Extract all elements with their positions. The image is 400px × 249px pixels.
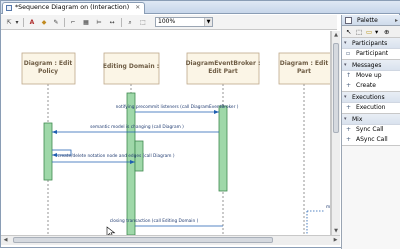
palette-icon (345, 17, 352, 24)
mouse-cursor-icon (106, 226, 116, 235)
dropdown-arrow-icon[interactable]: ▾ (375, 28, 378, 36)
execution-editing-domain (126, 92, 136, 235)
scroll-left-icon[interactable]: ◀ (1, 236, 10, 245)
participant-label-line1: Diagram : Edit (280, 60, 329, 67)
zoom-value: 100% (158, 18, 176, 25)
palette-item[interactable]: ▫ Participant (342, 49, 400, 59)
palette-item[interactable]: ↑ Move up (342, 71, 400, 81)
align-icon[interactable]: ⊨ (94, 18, 104, 27)
palette-item-label: Participant (356, 50, 389, 57)
participant-label-line1: Editing Domain : (103, 63, 159, 70)
editor-window: *Sequence Diagram on (Interaction) ✕ ⇱ ▾… (0, 0, 400, 249)
route-icon[interactable]: ⌐ (68, 18, 78, 27)
message-label: semantic model is changing (call Diagram… (90, 124, 184, 130)
scroll-right-icon[interactable]: ▶ (331, 236, 340, 245)
chevron-down-icon: ▾ (344, 62, 347, 68)
selection-tool-icon[interactable]: ⇱ (4, 18, 14, 27)
drawer-title: Messages (352, 62, 382, 69)
palette-item[interactable]: + Create (342, 81, 400, 91)
horizontal-scroll-thumb[interactable] (13, 237, 273, 243)
palette-tools: ↖ ⬚ ▭ ▾ ⊕ (342, 26, 400, 38)
line-color-icon[interactable]: ✎ (51, 18, 61, 27)
execution-event-broker (218, 105, 228, 192)
fill-color-icon[interactable]: ◆ (39, 18, 49, 27)
zoom-in-icon[interactable]: ⊕ (384, 28, 389, 36)
chevron-down-icon: ▾ (344, 40, 347, 46)
drawer-title: Participants (352, 40, 388, 47)
drawer-header[interactable]: ▾ Mix (342, 114, 400, 125)
participant-label-line2: Policy (38, 68, 58, 75)
message-label: notifying precommit listeners (call Diag… (116, 104, 239, 110)
create-icon: + (346, 82, 352, 89)
arrow-head-icon (52, 153, 57, 157)
drawer-executions: ▾ Executions + Execution (342, 92, 400, 114)
palette-title: Palette (357, 17, 378, 24)
participant-label-line2: Edit Part (208, 68, 238, 75)
diagram-toolbar: ⇱ ▾ A ◆ ✎ ⌐ ▦ ⊨ ↔ ⌕ ⬚ 100% ▼ (1, 15, 337, 30)
palette-panel: Palette ▸ ↖ ⬚ ▭ ▾ ⊕ ▾ Participants ▫ Par… (341, 15, 400, 249)
editor-tab-title: *Sequence Diagram on (Interaction) (15, 4, 130, 11)
palette-item-label: Sync Call (356, 126, 384, 133)
sync-call-icon: + (346, 126, 352, 133)
offscreen-message-label: m (326, 205, 330, 210)
arrow-head-icon (214, 110, 219, 114)
select-tool-icon[interactable]: ↖ (346, 28, 351, 36)
palette-item[interactable]: + Execution (342, 103, 400, 113)
palette-item[interactable]: + ASync Call (342, 135, 400, 145)
chevron-right-icon[interactable]: ▸ (395, 15, 398, 26)
execution-icon: + (346, 104, 352, 111)
sequence-diagram-icon (6, 5, 12, 11)
drawer-header[interactable]: ▾ Messages (342, 60, 400, 71)
participant-label-line1: Diagram : Edit (24, 60, 73, 67)
scroll-down-icon[interactable]: ▼ (332, 227, 340, 235)
drawer-header[interactable]: ▾ Participants (342, 38, 400, 49)
zoom-combo[interactable]: 100% ▼ (155, 17, 213, 27)
sizing-icon[interactable]: ↔ (107, 18, 117, 27)
chevron-down-icon: ▾ (344, 116, 347, 122)
async-call-icon: + (346, 136, 352, 143)
drawer-mix: ▾ Mix + Sync Call + ASync Call (342, 114, 400, 146)
editor-tab-bar: *Sequence Diagram on (Interaction) ✕ (1, 1, 400, 14)
horizontal-scrollbar[interactable]: ◀ ▶ (1, 235, 340, 245)
drawer-messages: ▾ Messages ↑ Move up + Create (342, 60, 400, 92)
drawer-title: Mix (352, 116, 363, 123)
palette-item[interactable]: + Sync Call (342, 125, 400, 135)
move-up-icon: ↑ (346, 72, 352, 79)
palette-item-label: Create (356, 82, 376, 89)
zoom-icon[interactable]: ⌕ (125, 18, 135, 27)
palette-item-label: Move up (356, 72, 382, 79)
drawer-header[interactable]: ▾ Executions (342, 92, 400, 103)
drawer-participants: ▾ Participants ▫ Participant (342, 38, 400, 60)
arrow-head-icon (52, 130, 57, 134)
scroll-up-icon[interactable]: ▲ (332, 31, 340, 39)
palette-item-label: ASync Call (356, 136, 388, 143)
palette-item-label: Execution (356, 104, 386, 111)
marquee-tool-icon[interactable]: ⬚ (356, 28, 362, 36)
chevron-down-icon[interactable]: ▼ (204, 18, 212, 26)
participant-icon: ▫ (346, 50, 351, 57)
diagram-canvas[interactable]: Diagram : Edit Policy Editing Domain : D… (1, 31, 331, 235)
execution-edit-policy (43, 122, 53, 181)
select-all-icon[interactable]: ⬚ (137, 18, 149, 27)
chevron-down-icon: ▾ (344, 94, 347, 100)
message-label: create/delete notation node and edges (c… (57, 153, 174, 159)
note-tool-icon[interactable]: ▭ (366, 28, 372, 36)
participant-label-line2: Part (297, 68, 311, 75)
arrange-icon[interactable]: ▦ (81, 18, 91, 27)
sequence-diagram: Diagram : Edit Policy Editing Domain : D… (21, 52, 330, 235)
vertical-scroll-thumb[interactable] (333, 43, 339, 133)
close-tab-icon[interactable]: ✕ (135, 3, 140, 13)
dropdown-arrow-icon[interactable]: ▾ (14, 18, 20, 27)
message-label: closing transaction (call Editing Domain… (110, 218, 199, 224)
font-color-icon[interactable]: A (27, 18, 37, 27)
drawer-title: Executions (352, 94, 385, 101)
palette-header[interactable]: Palette ▸ (342, 15, 400, 26)
vertical-scrollbar[interactable]: ▲ ▼ (331, 31, 340, 235)
editor-tab[interactable]: *Sequence Diagram on (Interaction) ✕ (2, 2, 146, 14)
participant-label-line1: DiagramEventBroker : (186, 60, 261, 67)
